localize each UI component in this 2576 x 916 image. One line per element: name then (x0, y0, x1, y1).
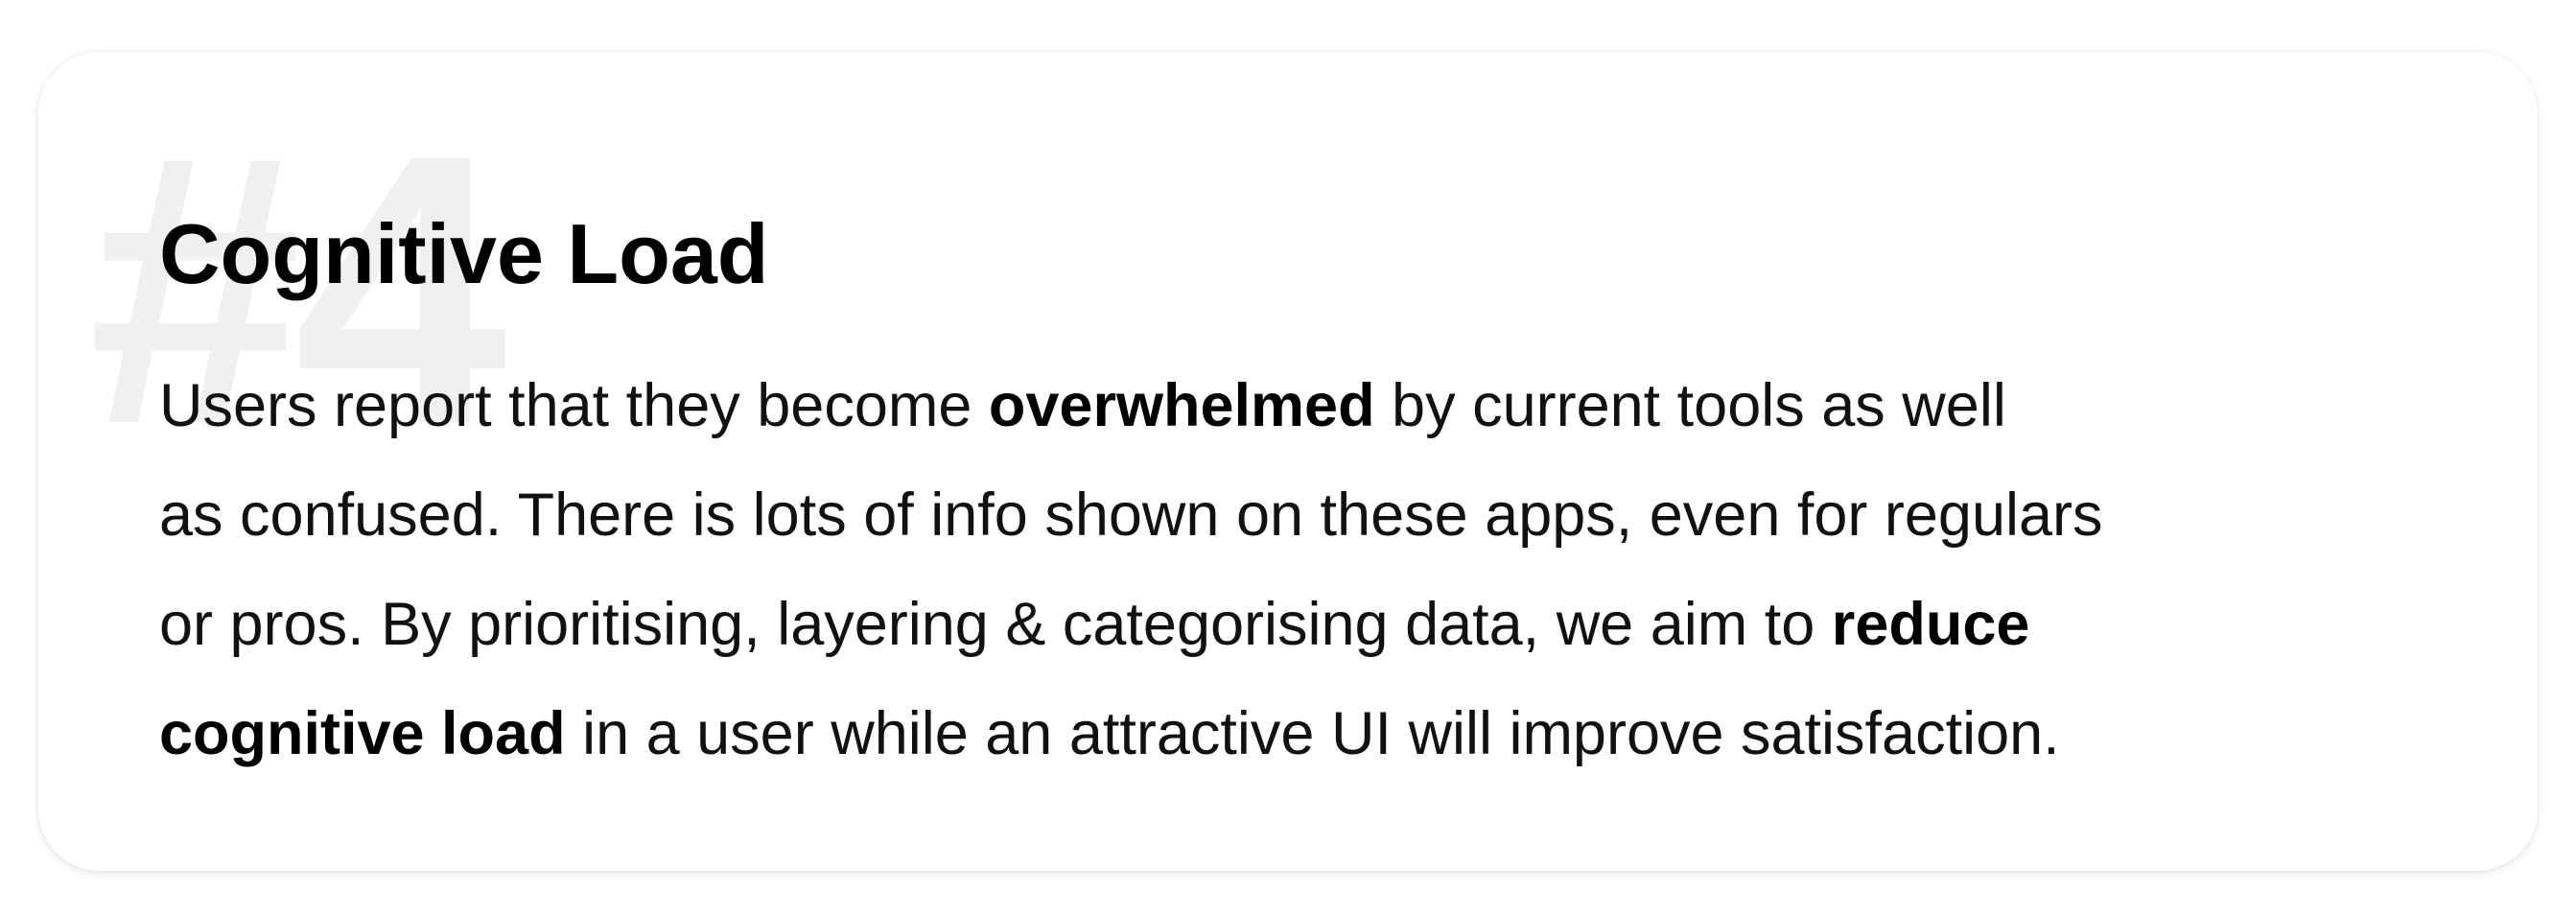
body-segment: by current tools as well (1374, 372, 2006, 439)
body-segment: in a user while an attractive UI will im… (565, 700, 2060, 767)
body-emphasis-cognitive-load: cognitive load (159, 700, 566, 767)
body-emphasis-reduce: reduce (1831, 591, 2030, 658)
body-line-1: Users report that they become overwhelme… (159, 351, 2499, 460)
body-segment: as confused. There is lots of info shown… (159, 481, 2103, 549)
info-card: #4 Cognitive Load Users report that they… (38, 52, 2538, 871)
card-body-text: Users report that they become overwhelme… (159, 351, 2499, 788)
body-segment: Users report that they become (159, 372, 989, 439)
body-emphasis-overwhelmed: overwhelmed (988, 372, 1375, 439)
body-line-2: as confused. There is lots of info shown… (159, 460, 2499, 570)
body-line-4: cognitive load in a user while an attrac… (159, 679, 2499, 788)
body-segment: or pros. By prioritising, layering & cat… (159, 591, 1832, 658)
body-line-3: or pros. By prioritising, layering & cat… (159, 570, 2499, 679)
card-title: Cognitive Load (159, 206, 769, 301)
